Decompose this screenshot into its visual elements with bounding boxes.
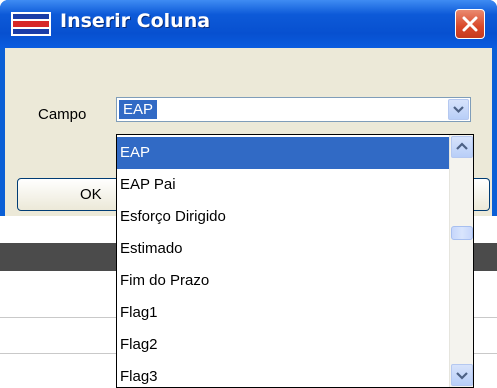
chevron-down-icon (456, 372, 468, 380)
dialog-title: Inserir Coluna (60, 10, 211, 32)
campo-selected-value: EAP (119, 100, 158, 119)
campo-dropdown-list: EAP EAP Pai Esforço Dirigido Estimado Fi… (116, 134, 474, 388)
scroll-up-button[interactable] (451, 136, 473, 158)
title-bar[interactable]: Inserir Coluna (0, 0, 497, 48)
list-item-estimado[interactable]: Estimado (117, 233, 449, 265)
list-item-eap[interactable]: EAP (117, 137, 449, 169)
list-item-eap-pai[interactable]: EAP Pai (117, 169, 449, 201)
dropdown-scrollbar[interactable] (449, 135, 473, 387)
scroll-down-button[interactable] (451, 364, 473, 386)
list-item-flag1[interactable]: Flag1 (117, 297, 449, 329)
list-item-flag3[interactable]: Flag3 (117, 361, 449, 387)
list-item-fim-do-prazo[interactable]: Fim do Prazo (117, 265, 449, 297)
ok-label: OK (80, 186, 102, 203)
chevron-up-icon (456, 142, 468, 150)
combo-dropdown-button[interactable] (448, 99, 469, 120)
scroll-thumb[interactable] (451, 226, 473, 240)
campo-combobox[interactable]: EAP (116, 97, 471, 122)
cancel-button[interactable] (474, 178, 490, 211)
list-item-flag2[interactable]: Flag2 (117, 329, 449, 361)
close-button[interactable] (455, 9, 485, 39)
campo-label: Campo (38, 106, 87, 123)
chevron-down-icon (453, 106, 464, 114)
close-icon (462, 16, 478, 32)
list-item-esforco-dirigido[interactable]: Esforço Dirigido (117, 201, 449, 233)
app-icon (11, 12, 51, 36)
